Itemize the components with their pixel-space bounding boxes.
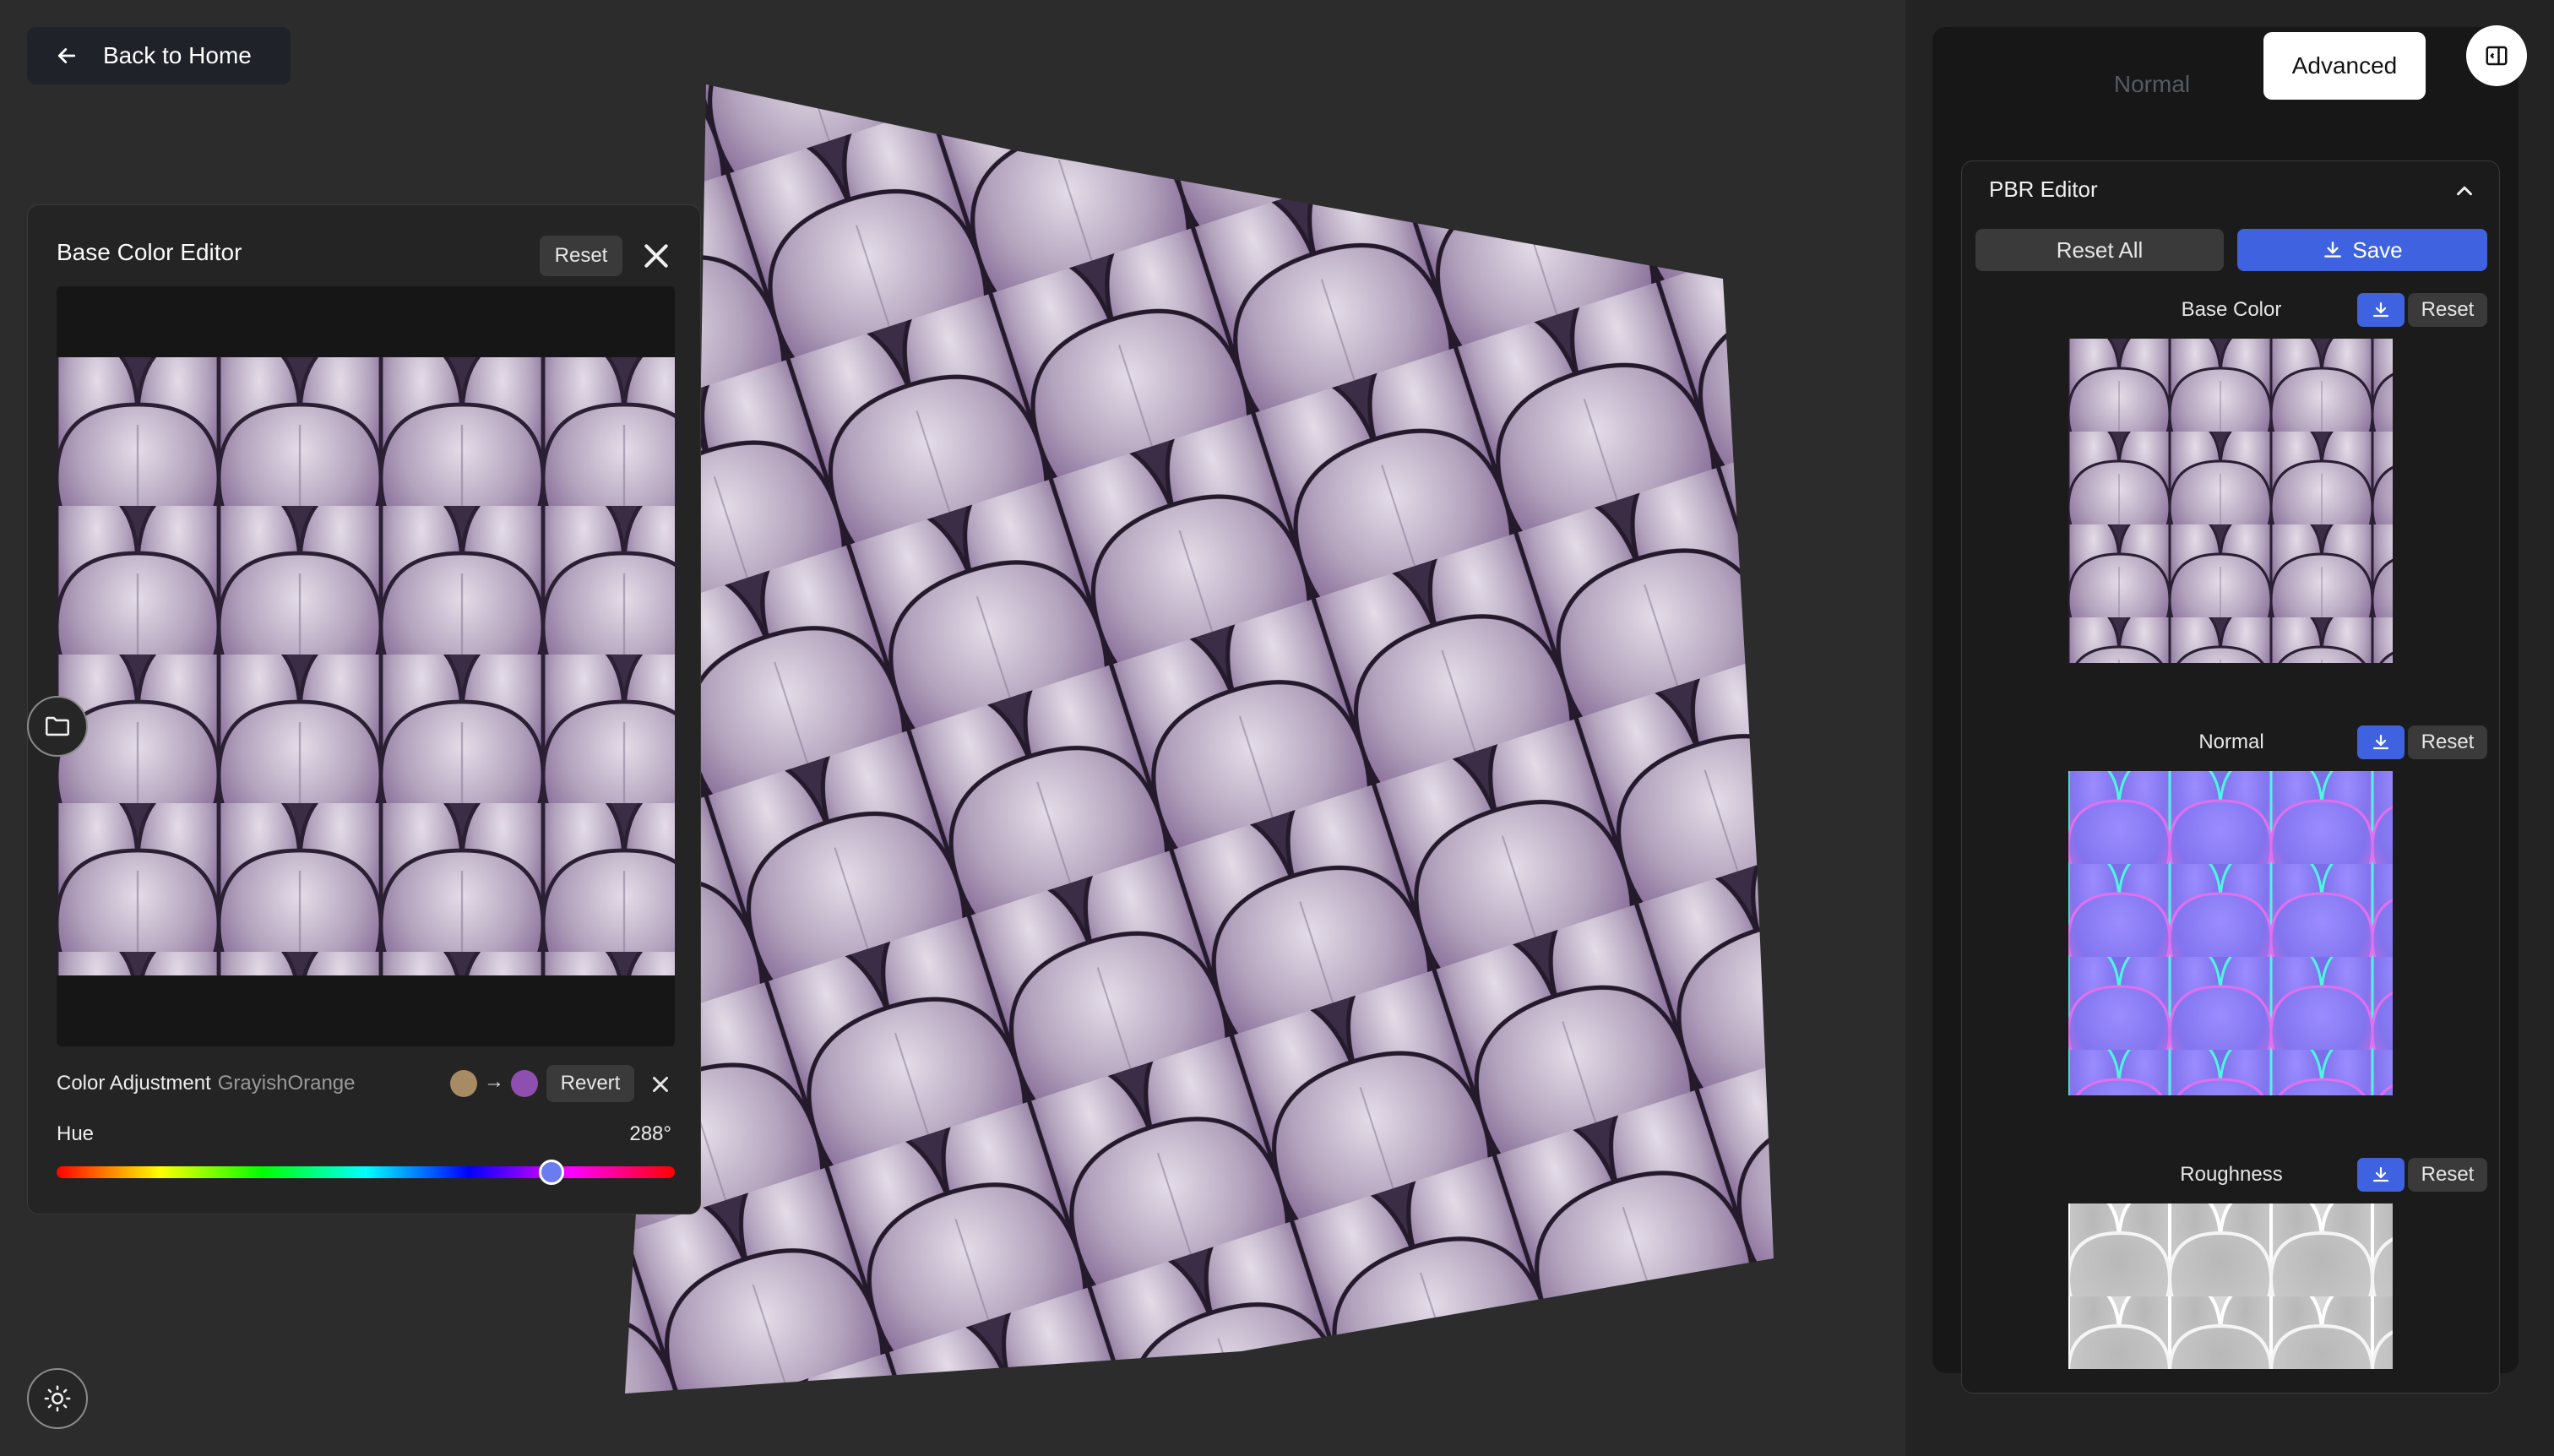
close-icon[interactable]: [639, 239, 673, 273]
download-icon: [2372, 734, 2389, 750]
download-base-color-button[interactable]: [2357, 293, 2405, 327]
base-color-thumbnail[interactable]: [2068, 339, 2393, 663]
base-color-preview: [57, 286, 675, 1046]
editor-title: Base Color Editor: [57, 239, 242, 265]
to-color-swatch[interactable]: [511, 1070, 538, 1097]
reset-roughness-button[interactable]: Reset: [2408, 1158, 2487, 1192]
sun-icon: [44, 1385, 71, 1412]
open-folder-button[interactable]: [27, 696, 88, 757]
color-adjustment-name: GrayishOrange: [217, 1072, 356, 1095]
roughness-map-thumbnail[interactable]: [2068, 1203, 2393, 1369]
normal-map-thumbnail[interactable]: [2068, 771, 2393, 1095]
revert-button[interactable]: Revert: [546, 1065, 634, 1102]
from-color-swatch[interactable]: [450, 1070, 477, 1097]
download-roughness-button[interactable]: [2357, 1158, 2405, 1192]
close-icon[interactable]: [648, 1072, 673, 1097]
base-color-editor-panel: Base Color Editor Reset Color Adjustment…: [27, 204, 701, 1214]
download-icon: [2372, 302, 2389, 318]
pbr-editor-title: PBR Editor: [1989, 177, 2098, 202]
lighting-toggle-button[interactable]: [27, 1368, 88, 1429]
back-to-home-button[interactable]: Back to Home: [27, 27, 291, 84]
pbr-editor-card: PBR Editor Reset All Save Base Color Res…: [1961, 160, 2500, 1394]
chevron-up-icon[interactable]: [2452, 178, 2477, 204]
hue-label: Hue: [57, 1122, 95, 1145]
panel-toggle-button[interactable]: [2466, 25, 2527, 86]
base-color-texture-image: [57, 357, 675, 975]
save-button[interactable]: Save: [2237, 229, 2487, 271]
normal-map-texture-image: [2068, 771, 2393, 1095]
download-icon: [2372, 1166, 2389, 1182]
panel-toggle-icon: [2486, 46, 2508, 66]
editor-reset-button[interactable]: Reset: [540, 236, 622, 276]
reset-normal-button[interactable]: Reset: [2408, 725, 2487, 759]
back-to-home-label: Back to Home: [103, 42, 252, 68]
roughness-texture-image: [2068, 1203, 2393, 1369]
reset-all-button[interactable]: Reset All: [1975, 229, 2224, 271]
tab-normal[interactable]: Normal: [2068, 51, 2236, 118]
tab-advanced[interactable]: Advanced: [2263, 32, 2426, 100]
arrow-left-icon: [57, 48, 76, 63]
hue-value: 288°: [629, 1122, 671, 1145]
save-label: Save: [2352, 236, 2403, 263]
hue-slider-thumb[interactable]: [538, 1160, 564, 1185]
hue-slider-track[interactable]: [57, 1166, 675, 1178]
download-normal-button[interactable]: [2357, 725, 2405, 759]
color-adjustment-label: Color Adjustment GrayishOrange: [57, 1072, 356, 1095]
reset-base-color-button[interactable]: Reset: [2408, 293, 2487, 327]
base-color-texture-image: [2068, 339, 2393, 663]
arrow-right-icon: →: [484, 1070, 504, 1093]
folder-icon: [45, 716, 70, 736]
download-icon: [2324, 242, 2342, 258]
